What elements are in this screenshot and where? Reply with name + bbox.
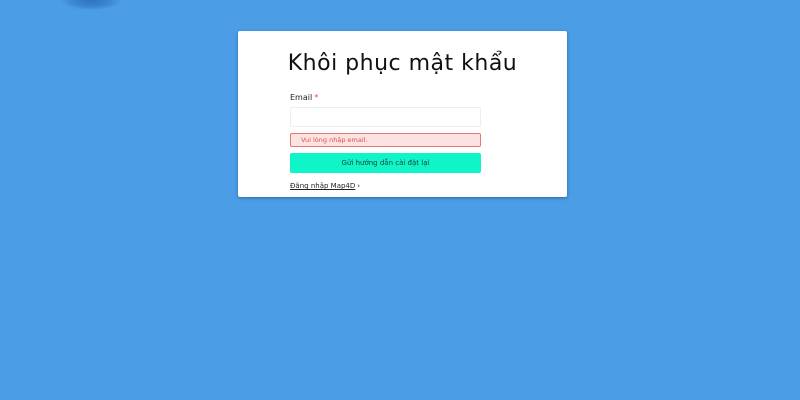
page-title: Khôi phục mật khẩu: [287, 51, 518, 76]
login-map4d-link[interactable]: Đăng nhập Map4D ›: [290, 182, 360, 190]
email-label-row: Email *: [290, 92, 481, 104]
email-input[interactable]: [290, 107, 481, 127]
decorative-blob: [62, 0, 120, 10]
login-link-label: Đăng nhập Map4D: [290, 182, 356, 190]
email-label: Email: [290, 93, 313, 102]
send-reset-instructions-button[interactable]: Gửi hướng dẫn cài đặt lại: [290, 153, 481, 173]
password-reset-card: Khôi phục mật khẩu Email * Vui lòng nhập …: [238, 31, 567, 197]
chevron-right-icon: ›: [357, 182, 361, 190]
page: Khôi phục mật khẩu Email * Vui lòng nhập …: [0, 0, 800, 400]
required-mark: *: [314, 93, 319, 102]
reset-form: Email * Vui lòng nhập email. Gửi hướng dẫ…: [290, 92, 481, 173]
email-error-message: Vui lòng nhập email.: [290, 133, 481, 147]
